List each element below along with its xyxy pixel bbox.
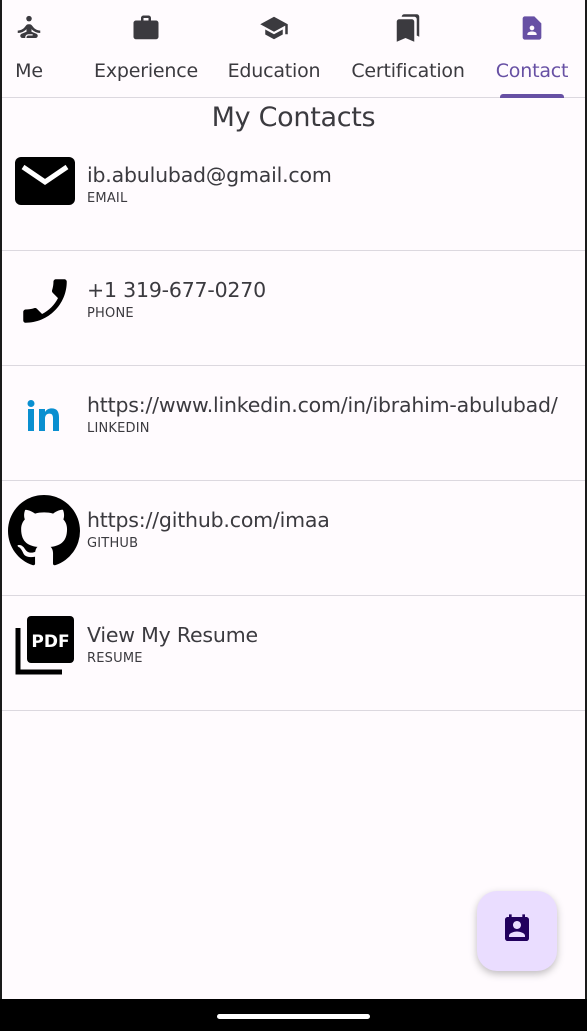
contact-fab-button[interactable] bbox=[477, 891, 557, 971]
active-tab-indicator bbox=[500, 94, 564, 98]
home-gesture-handle[interactable] bbox=[217, 1014, 370, 1019]
pdf-icon: PDF bbox=[12, 612, 78, 678]
tab-experience[interactable]: Experience bbox=[92, 0, 200, 98]
contact-type: EMAIL bbox=[87, 191, 128, 206]
tab-education[interactable]: Education bbox=[226, 0, 322, 98]
contact-row-github[interactable]: https://github.com/imaa GITHUB bbox=[2, 481, 585, 596]
contact-value: View My Resume bbox=[87, 623, 258, 647]
contact-value: https://www.linkedin.com/in/ibrahim-abul… bbox=[87, 393, 558, 417]
contact-type: RESUME bbox=[87, 651, 143, 666]
svg-text:PDF: PDF bbox=[31, 632, 69, 652]
contact-page-icon bbox=[518, 13, 546, 43]
contact-row-linkedin[interactable]: https://www.linkedin.com/in/ibrahim-abul… bbox=[2, 366, 585, 481]
mail-icon bbox=[12, 148, 78, 214]
graduation-cap-icon bbox=[257, 13, 291, 43]
tab-label: Certification bbox=[351, 60, 465, 82]
contact-type: GITHUB bbox=[87, 536, 139, 551]
github-icon bbox=[8, 495, 80, 567]
contact-calendar-icon bbox=[501, 913, 533, 950]
person-meditation-icon bbox=[14, 13, 44, 43]
screen: Me Experience Education Certification Co… bbox=[2, 0, 585, 999]
contact-row-email[interactable]: ib.abulubad@gmail.com EMAIL bbox=[2, 136, 585, 251]
tab-label: Experience bbox=[94, 60, 198, 82]
contact-value: ib.abulubad@gmail.com bbox=[87, 163, 332, 187]
tab-me[interactable]: Me bbox=[2, 0, 58, 98]
contact-type: LINKEDIN bbox=[87, 421, 150, 436]
linkedin-icon bbox=[22, 394, 66, 438]
contact-value: +1 319-677-0270 bbox=[87, 278, 266, 302]
bookmarks-icon bbox=[393, 13, 423, 43]
tab-label: Me bbox=[15, 60, 43, 82]
briefcase-icon bbox=[130, 13, 162, 43]
page-title: My Contacts bbox=[211, 102, 376, 133]
system-nav-bar bbox=[0, 999, 587, 1031]
tab-contact[interactable]: Contact bbox=[494, 0, 570, 98]
phone-icon bbox=[12, 271, 78, 331]
contact-row-resume[interactable]: PDF View My Resume RESUME bbox=[2, 596, 585, 711]
tab-certification[interactable]: Certification bbox=[350, 0, 466, 98]
contact-row-phone[interactable]: +1 319-677-0270 PHONE bbox=[2, 251, 585, 366]
contact-type: PHONE bbox=[87, 306, 134, 321]
contact-value: https://github.com/imaa bbox=[87, 508, 330, 532]
tab-bar: Me Experience Education Certification Co… bbox=[2, 0, 585, 98]
tab-label: Contact bbox=[495, 60, 569, 82]
tab-label: Education bbox=[227, 60, 321, 82]
